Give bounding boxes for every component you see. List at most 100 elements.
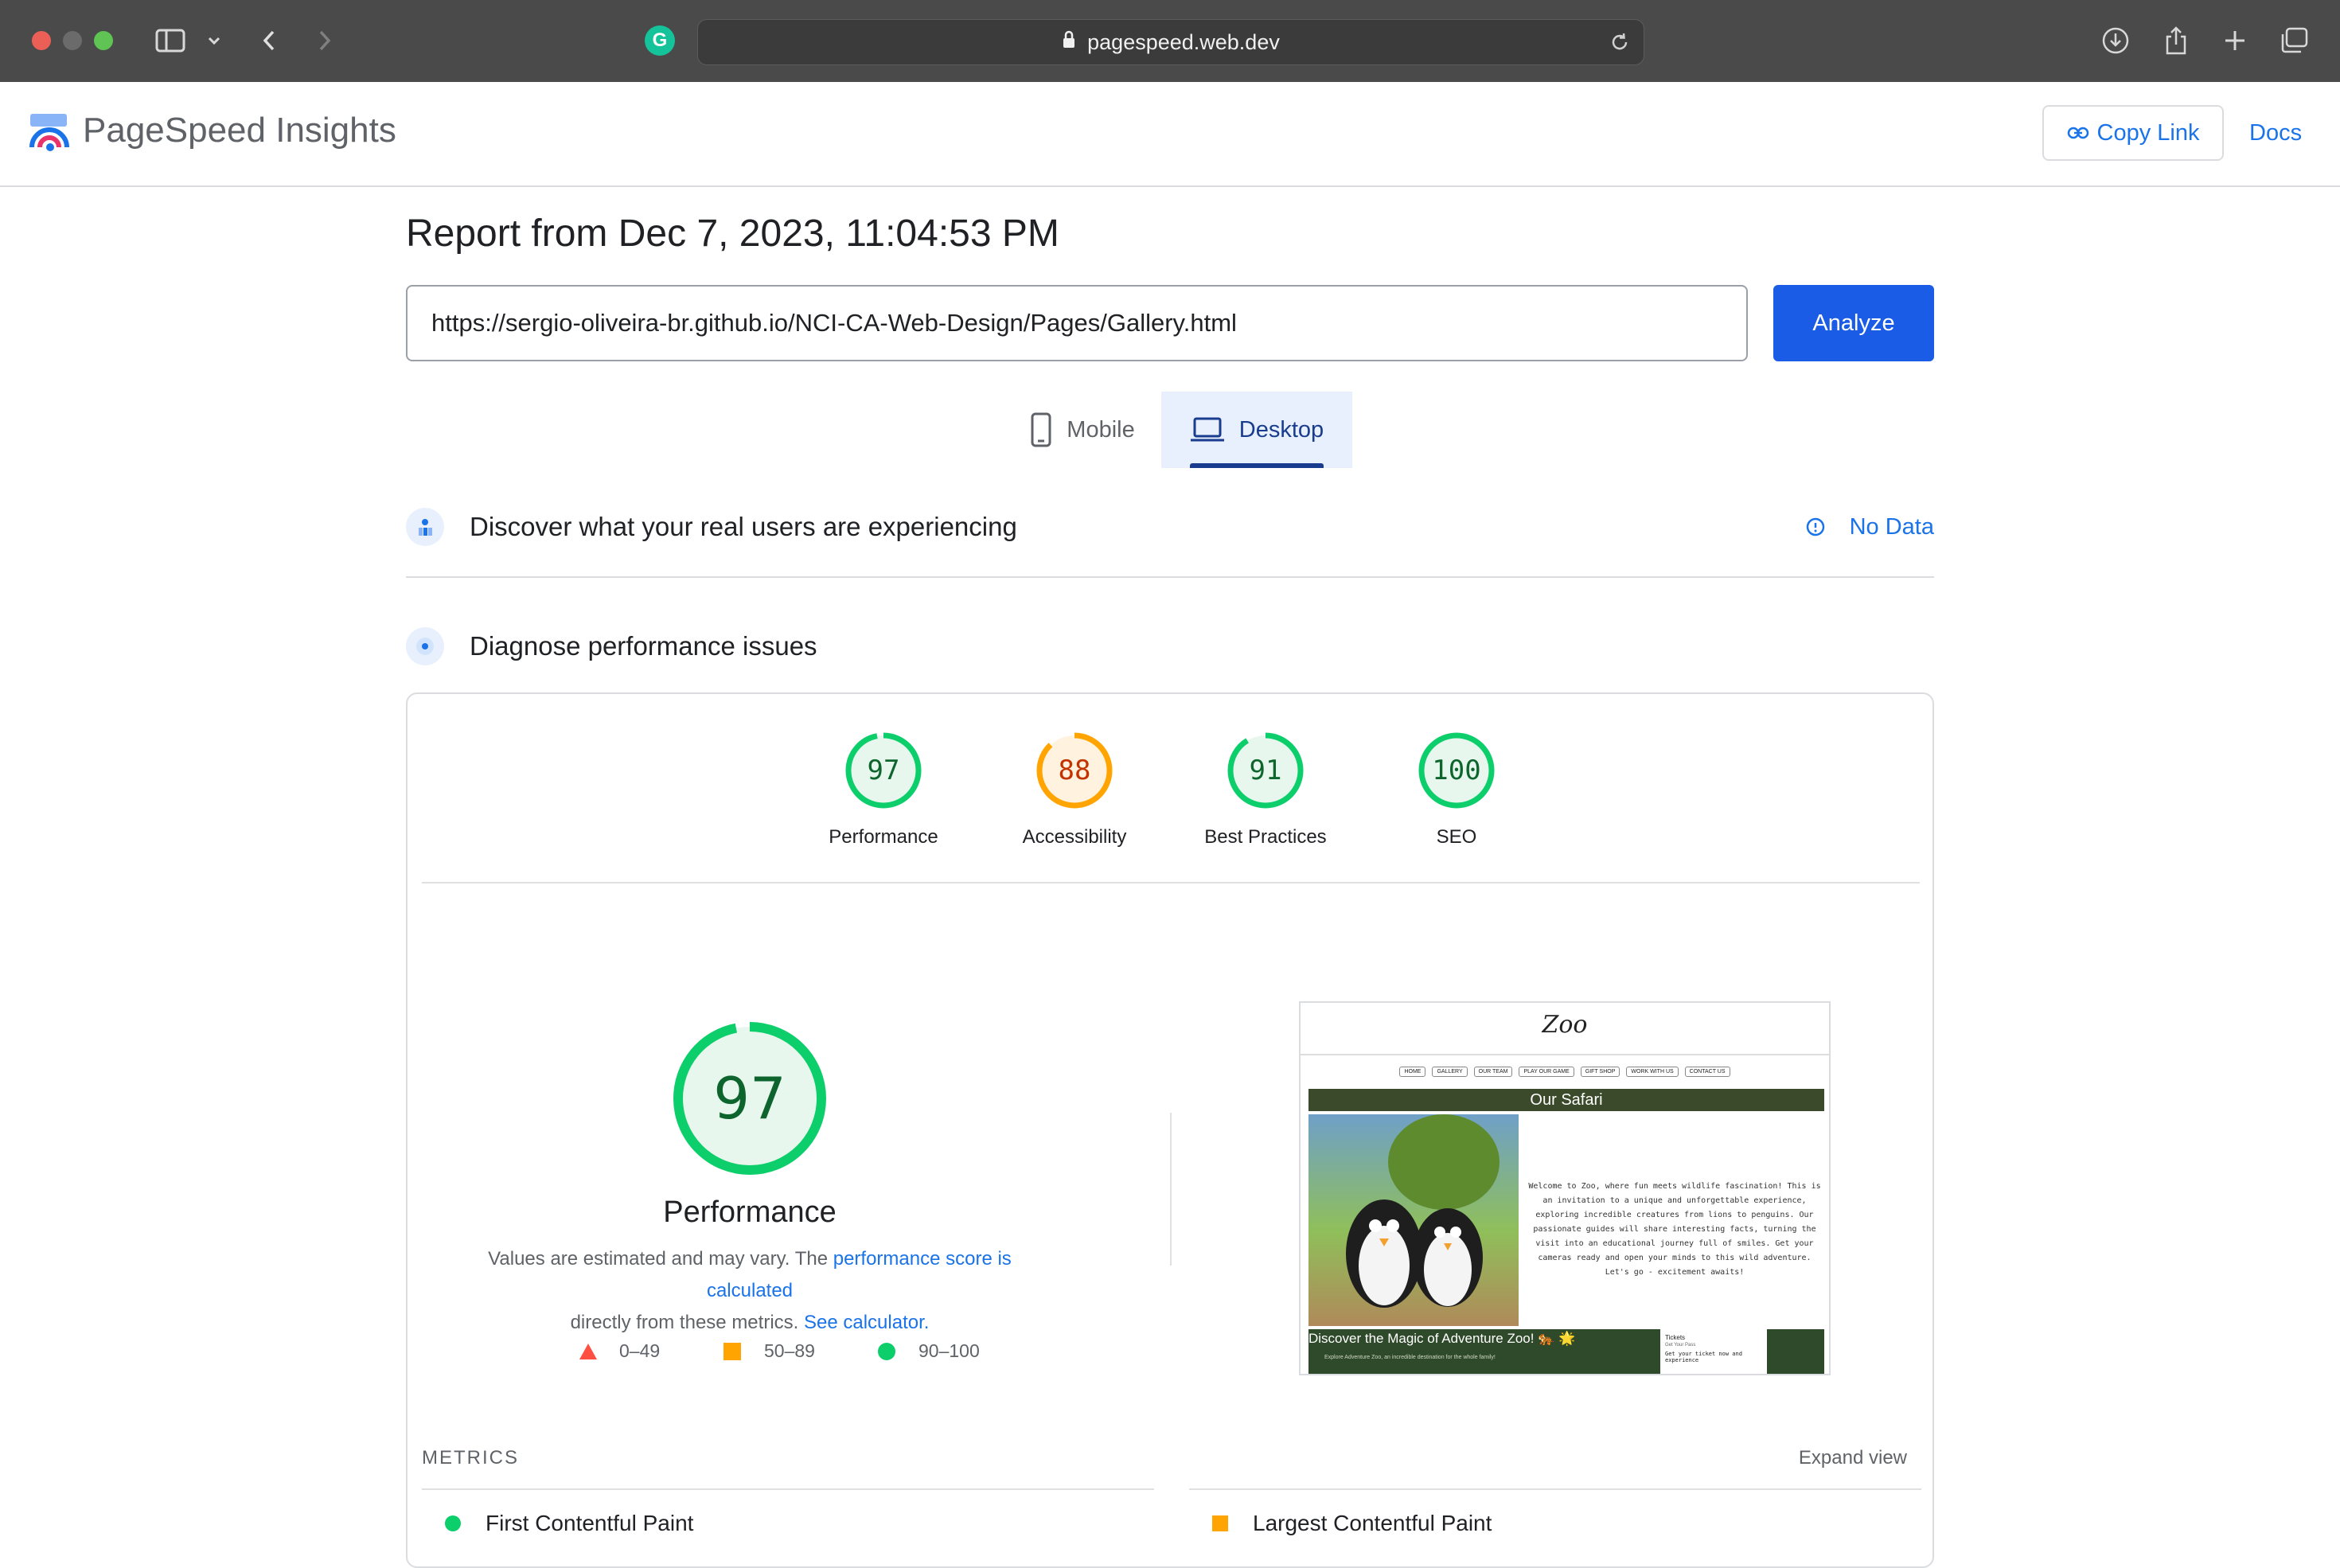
big-gauge-value: 97: [713, 1065, 786, 1132]
docs-link[interactable]: Docs: [2249, 120, 2302, 146]
circle-icon: [878, 1342, 895, 1360]
card-divider: [422, 882, 1920, 883]
tab-mobile[interactable]: Mobile: [1004, 392, 1160, 468]
shot-nav-item: CONTACT US: [1684, 1067, 1730, 1077]
laptop-icon: [1190, 417, 1224, 442]
zoo-logo: Zoo: [1542, 1011, 1588, 1039]
tab-overview-icon[interactable]: [2276, 21, 2311, 60]
shot-tickets-sub: Get Your Pass: [1665, 1343, 1696, 1348]
metrics-divider-right: [1189, 1488, 1921, 1490]
app-header: PageSpeed Insights Copy Link Docs: [0, 82, 2340, 187]
pagespeed-logo-icon: [29, 112, 72, 155]
chevron-down-icon[interactable]: [204, 21, 224, 60]
copy-link-button[interactable]: Copy Link: [2042, 105, 2224, 161]
shot-nav: HOME GALLERY OUR TEAM PLAY OUR GAME GIFT…: [1301, 1067, 1829, 1077]
penguins-image: [1308, 1114, 1519, 1326]
users-icon: [406, 508, 444, 546]
metrics-heading: METRICS: [422, 1447, 519, 1469]
gauge-performance[interactable]: 97 Performance: [812, 731, 955, 848]
gauge-label: Performance: [829, 826, 938, 848]
close-window-button[interactable]: [32, 31, 51, 50]
downloads-icon[interactable]: [2098, 21, 2133, 60]
legend-fail: 0–49: [578, 1340, 660, 1362]
triangle-icon: [579, 1343, 597, 1359]
shot-nav-item: GALLERY: [1432, 1067, 1468, 1077]
metric-label: Largest Contentful Paint: [1253, 1511, 1492, 1535]
shot-footer-sub: Explore Adventure Zoo, an incredible des…: [1324, 1355, 1496, 1360]
metrics-divider-left: [422, 1488, 1154, 1490]
gauge-value: 97: [867, 755, 900, 786]
address-text: pagespeed.web.dev: [1087, 29, 1280, 54]
shot-nav-item: HOME: [1399, 1067, 1426, 1077]
square-icon: [1212, 1515, 1228, 1531]
diagnose-section: Diagnose performance issues: [406, 627, 1934, 665]
shot-tickets: Tickets Get Your Pass Get your ticket no…: [1660, 1329, 1767, 1374]
gauge-label: Best Practices: [1204, 826, 1327, 848]
section-divider: [406, 576, 1934, 578]
legend-average: 50–89: [723, 1340, 815, 1362]
circle-icon: [445, 1515, 461, 1531]
performance-title: Performance: [663, 1196, 837, 1229]
address-bar[interactable]: pagespeed.web.dev: [697, 19, 1644, 65]
legend-fail-label: 0–49: [619, 1340, 661, 1361]
metric-lcp: Largest Contentful Paint: [1211, 1511, 1492, 1536]
copy-link-label: Copy Link: [2096, 119, 2200, 146]
gauge-value: 100: [1432, 755, 1481, 786]
shot-banner: Our Safari: [1308, 1089, 1824, 1111]
shot-tickets-title: Tickets: [1665, 1334, 1686, 1341]
phone-icon: [1031, 412, 1051, 447]
gauge-accessibility[interactable]: 88 Accessibility: [1003, 731, 1146, 848]
report-title: Report from Dec 7, 2023, 11:04:53 PM: [406, 213, 1059, 255]
real-users-heading: Discover what your real users are experi…: [470, 512, 1017, 541]
shot-tickets-body: Get your ticket now and experience: [1665, 1351, 1742, 1363]
analyze-button[interactable]: Analyze: [1773, 285, 1934, 361]
tab-desktop-label: Desktop: [1238, 416, 1324, 443]
maximize-window-button[interactable]: [94, 31, 113, 50]
lock-icon: [1062, 30, 1076, 55]
tab-desktop[interactable]: Desktop: [1161, 392, 1352, 468]
gauge-best-practices[interactable]: 91 Best Practices: [1194, 731, 1337, 848]
legend-average-label: 50–89: [764, 1340, 815, 1361]
scores-card: 97 Performance 88 Accessibility 91 Best …: [406, 692, 1934, 1568]
legend-pass-label: 90–100: [918, 1340, 980, 1361]
back-icon[interactable]: [255, 21, 283, 60]
reload-icon[interactable]: [1609, 31, 1631, 59]
shot-nav-item: OUR TEAM: [1473, 1067, 1513, 1077]
desc-text: Values are estimated and may vary. The: [488, 1248, 833, 1270]
expand-view-button[interactable]: Expand view: [1799, 1447, 1907, 1469]
active-tab-indicator: [1190, 463, 1324, 468]
shot-body-text: Welcome to Zoo, where fun meets wildlife…: [1528, 1182, 1821, 1277]
real-users-section[interactable]: Discover what your real users are experi…: [406, 508, 1934, 546]
new-tab-icon[interactable]: [2217, 21, 2252, 60]
browser-toolbar: G pagespeed.web.dev: [0, 0, 2340, 82]
gauge-value: 91: [1249, 755, 1282, 786]
no-data-label: No Data: [1849, 513, 1934, 540]
shot-nav-item: PLAY OUR GAME: [1519, 1067, 1574, 1077]
link-icon: [2067, 127, 2088, 139]
forward-icon[interactable]: [310, 21, 339, 60]
shot-footer: Discover the Magic of Adventure Zoo! 🐅 🌟…: [1308, 1329, 1824, 1374]
shot-footer-title: Discover the Magic of Adventure Zoo! 🐅 🌟: [1308, 1331, 1576, 1346]
sidebar-icon[interactable]: [153, 21, 188, 60]
diagnose-heading: Diagnose performance issues: [470, 631, 817, 661]
shot-divider: [1301, 1054, 1829, 1055]
no-data-link[interactable]: No Data: [1805, 514, 1934, 540]
see-calculator-link[interactable]: See calculator.: [804, 1312, 929, 1333]
shot-nav-item: WORK WITH US: [1626, 1067, 1679, 1077]
grammarly-extension-icon[interactable]: G: [645, 25, 675, 56]
performance-big-gauge: 97: [670, 1019, 829, 1178]
square-icon: [723, 1342, 741, 1360]
metric-label: First Contentful Paint: [486, 1511, 694, 1535]
share-icon[interactable]: [2159, 21, 2194, 60]
info-icon: [1806, 517, 1824, 536]
url-input[interactable]: https://sergio-oliveira-br.github.io/NCI…: [406, 285, 1748, 361]
brand-title: PageSpeed Insights: [83, 111, 396, 150]
vertical-divider: [1170, 1113, 1172, 1266]
legend-pass: 90–100: [877, 1340, 980, 1362]
gauge-seo[interactable]: 100 SEO: [1385, 731, 1528, 848]
page-screenshot: Zoo HOME GALLERY OUR TEAM PLAY OUR GAME …: [1299, 1001, 1831, 1375]
diagnose-icon: [406, 627, 444, 665]
minimize-window-button[interactable]: [63, 31, 82, 50]
gauge-label: Accessibility: [1022, 826, 1127, 848]
tab-mobile-label: Mobile: [1067, 416, 1135, 443]
